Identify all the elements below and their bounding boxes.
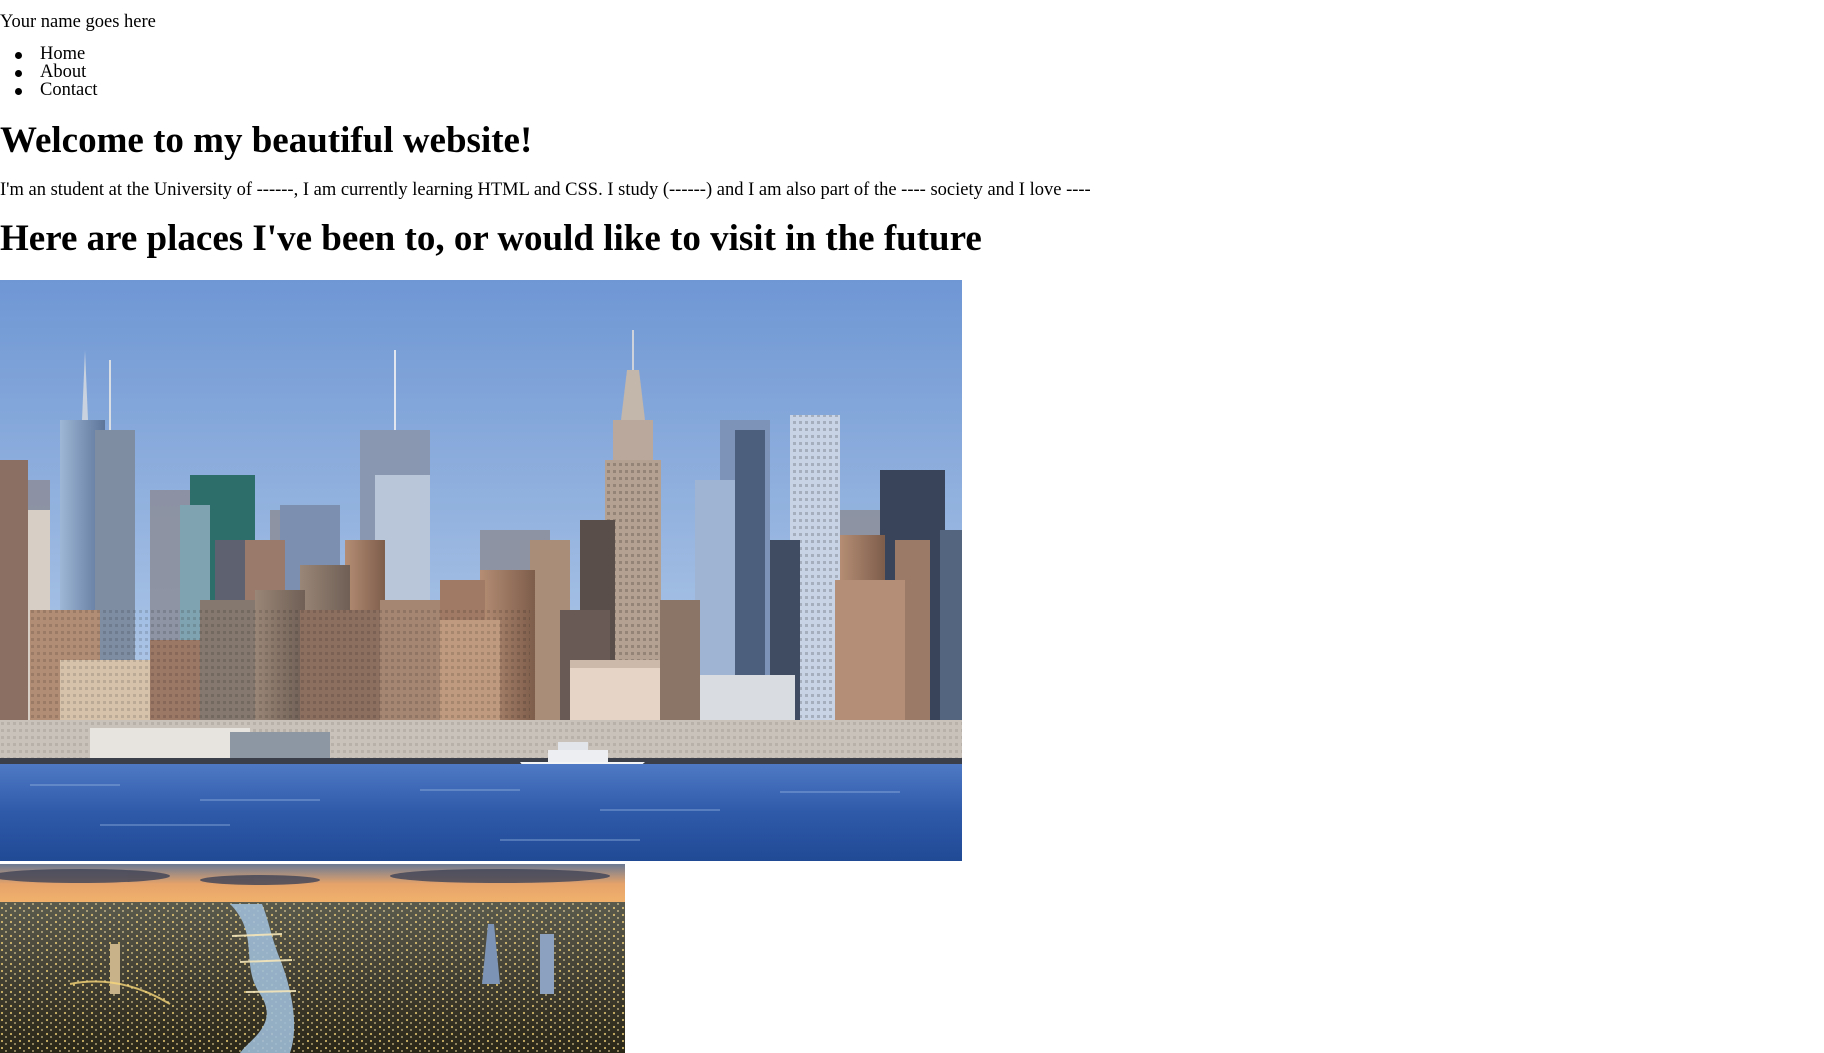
nav-link-contact[interactable]: Contact (40, 80, 98, 100)
nav-link-home[interactable]: Home (40, 44, 85, 64)
london-aerial-dusk-photo (0, 864, 625, 1053)
new-york-skyline-photo (0, 280, 962, 861)
nav-item-contact: Contact (15, 80, 98, 100)
web-page: Your name goes here Home About Contact W… (0, 0, 1824, 1053)
site-name: Your name goes here (0, 12, 156, 32)
nav-list: Home About Contact (15, 44, 98, 100)
page-title: Welcome to my beautiful website! (0, 120, 533, 161)
places-heading: Here are places I've been to, or would l… (0, 218, 982, 259)
intro-paragraph: I'm an student at the University of ----… (0, 180, 1091, 200)
nav-item-home: Home (15, 44, 98, 64)
nav-link-about[interactable]: About (40, 62, 86, 82)
nav-item-about: About (15, 62, 98, 82)
